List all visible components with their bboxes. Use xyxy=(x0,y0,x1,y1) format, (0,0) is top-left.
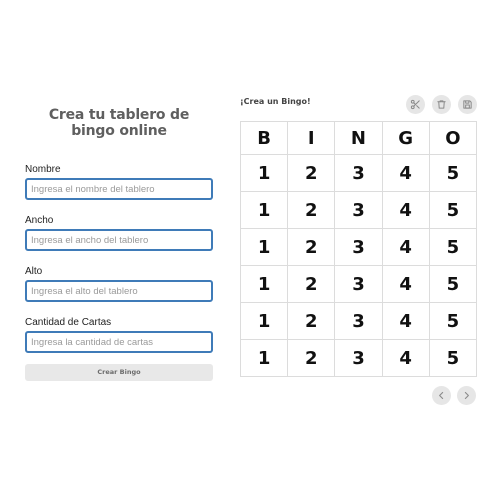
save-icon xyxy=(463,100,472,109)
alto-input[interactable] xyxy=(25,280,213,302)
header-cell-g: G xyxy=(381,121,430,155)
cantidad-input[interactable] xyxy=(25,331,213,353)
board-cell[interactable]: 1 xyxy=(239,191,289,229)
board-cell[interactable]: 3 xyxy=(334,154,383,192)
board-row: 1 2 3 4 5 xyxy=(239,154,478,192)
board-cell[interactable]: 5 xyxy=(428,339,478,377)
board-cell[interactable]: 1 xyxy=(239,154,289,192)
board-row: 1 2 3 4 5 xyxy=(239,302,478,340)
board-cell[interactable]: 5 xyxy=(428,265,478,303)
alto-label: Alto xyxy=(25,266,43,277)
save-button[interactable] xyxy=(458,95,477,114)
board-cell[interactable]: 5 xyxy=(428,228,478,266)
nombre-label: Nombre xyxy=(25,164,61,175)
board-row: 1 2 3 4 5 xyxy=(239,228,478,266)
previous-button[interactable] xyxy=(432,386,451,405)
bingo-header-row: B I N G O xyxy=(239,121,478,155)
board-cell[interactable]: 1 xyxy=(239,302,289,340)
create-bingo-button[interactable]: Crear Bingo xyxy=(25,364,213,381)
board-cell[interactable]: 5 xyxy=(428,154,478,192)
board-cell[interactable]: 4 xyxy=(381,339,430,377)
board-row: 1 2 3 4 5 xyxy=(239,265,478,303)
board-cell[interactable]: 2 xyxy=(287,302,336,340)
board-cell[interactable]: 4 xyxy=(381,191,430,229)
cut-button[interactable] xyxy=(406,95,425,114)
board-cell[interactable]: 4 xyxy=(381,154,430,192)
chevron-right-icon xyxy=(464,391,469,400)
board-cell[interactable]: 2 xyxy=(287,265,336,303)
board-cell[interactable]: 2 xyxy=(287,191,336,229)
board-cell[interactable]: 3 xyxy=(334,302,383,340)
chevron-left-icon xyxy=(439,391,444,400)
board-cell[interactable]: 3 xyxy=(334,191,383,229)
board-cell[interactable]: 3 xyxy=(334,339,383,377)
board-cell[interactable]: 4 xyxy=(381,228,430,266)
board-cell[interactable]: 5 xyxy=(428,191,478,229)
delete-button[interactable] xyxy=(432,95,451,114)
nombre-input[interactable] xyxy=(25,178,213,200)
header-cell-o: O xyxy=(428,121,478,155)
board-row: 1 2 3 4 5 xyxy=(239,339,478,377)
board-cell[interactable]: 5 xyxy=(428,302,478,340)
board-title: ¡Crea un Bingo! xyxy=(240,97,311,106)
header-cell-n: N xyxy=(334,121,383,155)
next-button[interactable] xyxy=(457,386,476,405)
ancho-label: Ancho xyxy=(25,215,54,226)
ancho-input[interactable] xyxy=(25,229,213,251)
board-cell[interactable]: 2 xyxy=(287,228,336,266)
board-cell[interactable]: 3 xyxy=(334,265,383,303)
header-cell-i: I xyxy=(287,121,336,155)
bingo-board: B I N G O 1 2 3 4 5 1 2 3 4 5 1 2 3 4 5 xyxy=(239,121,478,377)
header-cell-b: B xyxy=(239,121,289,155)
board-cell[interactable]: 1 xyxy=(239,265,289,303)
board-cell[interactable]: 4 xyxy=(381,302,430,340)
cantidad-label: Cantidad de Cartas xyxy=(25,317,112,328)
board-cell[interactable]: 2 xyxy=(287,339,336,377)
board-header: ¡Crea un Bingo! xyxy=(240,92,477,114)
board-cell[interactable]: 1 xyxy=(239,339,289,377)
bingo-form: Crea tu tablero de bingo online Nombre A… xyxy=(25,107,213,381)
board-row: 1 2 3 4 5 xyxy=(239,191,478,229)
board-cell[interactable]: 4 xyxy=(381,265,430,303)
scissors-icon xyxy=(410,99,420,110)
form-title: Crea tu tablero de bingo online xyxy=(48,107,190,139)
board-cell[interactable]: 3 xyxy=(334,228,383,266)
board-cell[interactable]: 2 xyxy=(287,154,336,192)
board-cell[interactable]: 1 xyxy=(239,228,289,266)
trash-icon xyxy=(437,100,446,109)
